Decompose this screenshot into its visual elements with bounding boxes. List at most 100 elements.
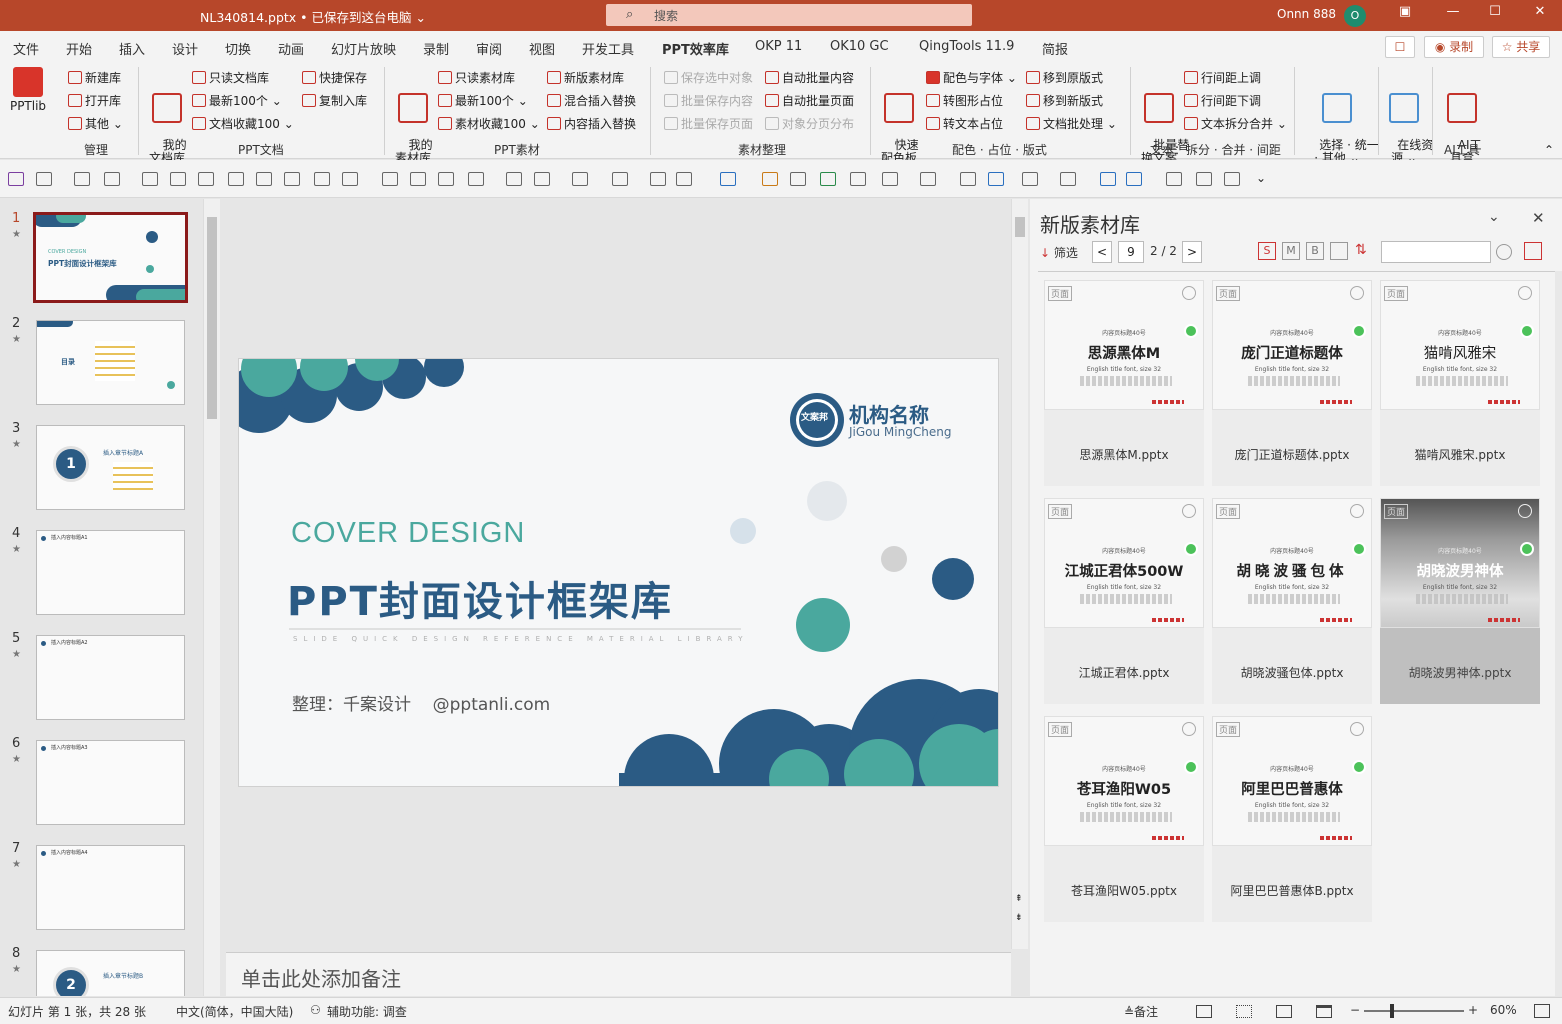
undo-icon[interactable] xyxy=(36,172,52,186)
menu-home[interactable]: 开始 xyxy=(66,39,92,58)
reading-view-icon[interactable] xyxy=(1276,1005,1292,1018)
distribute-h-icon[interactable] xyxy=(314,172,330,186)
group-objects-icon[interactable] xyxy=(1060,172,1076,186)
text-box-icon[interactable] xyxy=(988,172,1004,186)
text-effect-icon[interactable] xyxy=(960,172,976,186)
text-center-icon[interactable] xyxy=(410,172,426,186)
char-up-icon[interactable] xyxy=(1196,172,1212,186)
save-selected-button[interactable]: 保存选中对象 xyxy=(664,69,753,86)
menu-view[interactable]: 视图 xyxy=(529,39,555,58)
redo-icon[interactable] xyxy=(74,172,90,186)
material-card-hover[interactable]: 页面 内容页标题40号 胡晓波男神体 English title font, s… xyxy=(1380,498,1540,704)
material-card[interactable]: 页面 内容页标题40号 江城正君体500W English title font… xyxy=(1044,498,1204,704)
align-center-icon[interactable] xyxy=(170,172,186,186)
customize-qat-icon[interactable]: ⌄ xyxy=(1256,171,1266,185)
shape-fill-icon[interactable] xyxy=(612,172,628,186)
language-status[interactable]: 中文(简体，中国大陆) xyxy=(176,1003,293,1020)
char-down-icon[interactable] xyxy=(1224,172,1240,186)
card-zoom-icon[interactable] xyxy=(1350,504,1364,518)
bring-forward-icon[interactable] xyxy=(820,172,836,186)
card-zoom-icon[interactable] xyxy=(1182,504,1196,518)
move-new-layout-button[interactable]: 移到新版式 xyxy=(1026,92,1103,109)
ribbon-display-icon[interactable]: ▣ xyxy=(1390,4,1420,19)
slide-sorter-icon[interactable] xyxy=(1236,1005,1252,1018)
close-icon[interactable]: ✕ xyxy=(1525,4,1555,19)
view-b-button[interactable]: B xyxy=(1306,242,1324,260)
card-zoom-icon[interactable] xyxy=(1518,286,1532,300)
auto-batch-page-button[interactable]: 自动批量页面 xyxy=(765,92,854,109)
menu-design[interactable]: 设计 xyxy=(172,39,198,58)
pptlib-button[interactable]: PPTlib xyxy=(8,67,48,113)
color-picker-icon[interactable] xyxy=(882,172,898,186)
user-name[interactable]: Onnn 888 xyxy=(1277,7,1336,21)
record-button[interactable]: ◉ 录制 xyxy=(1424,36,1484,58)
thumbnail-scrollbar[interactable] xyxy=(203,199,220,996)
menu-insert[interactable]: 插入 xyxy=(119,39,145,58)
share-button[interactable]: ☆ 共享 xyxy=(1492,36,1550,58)
batch-save-content-button[interactable]: 批量保存内容 xyxy=(664,92,753,109)
zoom-out-button[interactable]: − xyxy=(1350,1003,1360,1017)
align-middle-icon[interactable] xyxy=(256,172,272,186)
eraser-icon[interactable] xyxy=(650,172,666,186)
batch-save-page-button[interactable]: 批量保存页面 xyxy=(664,115,753,132)
doc-favorite-button[interactable]: 文档收藏100 ⌄ xyxy=(192,115,294,132)
menu-animations[interactable]: 动画 xyxy=(278,39,304,58)
to-shape-placeholder-button[interactable]: 转图形占位 xyxy=(926,92,1003,109)
panel-search-icon[interactable] xyxy=(1496,244,1512,260)
list-view-icon[interactable] xyxy=(1330,242,1348,260)
other-button[interactable]: 其他 ⌄ xyxy=(68,115,123,132)
new-lib-button[interactable]: 新建库 xyxy=(68,69,121,86)
slideshow-icon[interactable] xyxy=(1316,1005,1332,1018)
menu-brief[interactable]: 简报 xyxy=(1042,39,1068,58)
font-color-icon[interactable] xyxy=(468,172,484,186)
align-right-icon[interactable] xyxy=(198,172,214,186)
color-font-button[interactable]: 配色与字体 ⌄ xyxy=(926,69,1017,86)
repeat-icon[interactable] xyxy=(104,172,120,186)
shape-effect-icon[interactable] xyxy=(676,172,692,186)
readonly-matlib-button[interactable]: 只读素材库 xyxy=(438,69,515,86)
next-page-button[interactable]: > xyxy=(1182,241,1202,263)
menu-review[interactable]: 审阅 xyxy=(476,39,502,58)
notes-toggle[interactable]: ≜备注 xyxy=(1124,1003,1158,1020)
format-painter-icon[interactable] xyxy=(762,172,778,186)
zoom-slider[interactable] xyxy=(1364,1004,1464,1018)
menu-developer[interactable]: 开发工具 xyxy=(582,39,634,58)
align-bottom-icon[interactable] xyxy=(284,172,300,186)
text-right-icon[interactable] xyxy=(438,172,454,186)
thumbnail-scroll-thumb[interactable] xyxy=(207,217,217,419)
minimize-icon[interactable]: — xyxy=(1438,4,1468,19)
quick-save-button[interactable]: 快捷保存 xyxy=(302,69,367,86)
prev-page-button[interactable]: < xyxy=(1092,241,1112,263)
notes-pane[interactable]: 单击此处添加备注 xyxy=(226,952,1011,996)
latest100-mat-button[interactable]: 最新100个 ⌄ xyxy=(438,92,528,109)
avatar[interactable]: O xyxy=(1344,5,1366,27)
picture-icon[interactable] xyxy=(920,172,936,186)
object-paging-button[interactable]: 对象分页分布 xyxy=(765,115,854,132)
material-card[interactable]: 页面 内容页标题40号 思源黑体M English title font, si… xyxy=(1044,280,1204,486)
canvas-scroll-thumb[interactable] xyxy=(1015,217,1025,237)
menu-qingtools[interactable]: QingTools 11.9 xyxy=(919,39,1014,54)
menu-okp[interactable]: OKP 11 xyxy=(755,39,802,54)
menu-record[interactable]: 录制 xyxy=(423,39,449,58)
new-matlib-button[interactable]: 新版素材库 xyxy=(547,69,624,86)
panel-options-icon[interactable]: ⌄ xyxy=(1488,209,1500,225)
sort-icon[interactable]: ⇅ xyxy=(1355,242,1367,258)
menu-file[interactable]: 文件 xyxy=(13,39,39,58)
readonly-doclib-button[interactable]: 只读文档库 xyxy=(192,69,269,86)
view-s-button[interactable]: S xyxy=(1258,242,1276,260)
fit-slide-icon[interactable] xyxy=(1534,1004,1550,1018)
panel-scrollbar[interactable] xyxy=(1555,271,1562,996)
comment-button[interactable]: ☐ xyxy=(1385,36,1415,58)
delete-icon[interactable] xyxy=(1166,172,1182,186)
maximize-icon[interactable]: ☐ xyxy=(1480,4,1510,19)
card-zoom-icon[interactable] xyxy=(1518,504,1532,518)
view-m-button[interactable]: M xyxy=(1282,242,1300,260)
star-icon[interactable] xyxy=(790,172,806,186)
zoom-slider-thumb[interactable] xyxy=(1389,1004,1394,1018)
line-spacing-down-button[interactable]: 行间距下调 xyxy=(1184,92,1261,109)
zoom-level[interactable]: 60% xyxy=(1490,1003,1517,1017)
slide-count[interactable]: 幻灯片 第 1 张，共 28 张 xyxy=(8,1003,146,1020)
material-card[interactable]: 页面 内容页标题40号 庞门正道标题体 English title font, … xyxy=(1212,280,1372,486)
align-top-icon[interactable] xyxy=(228,172,244,186)
auto-batch-content-button[interactable]: 自动批量内容 xyxy=(765,69,854,86)
